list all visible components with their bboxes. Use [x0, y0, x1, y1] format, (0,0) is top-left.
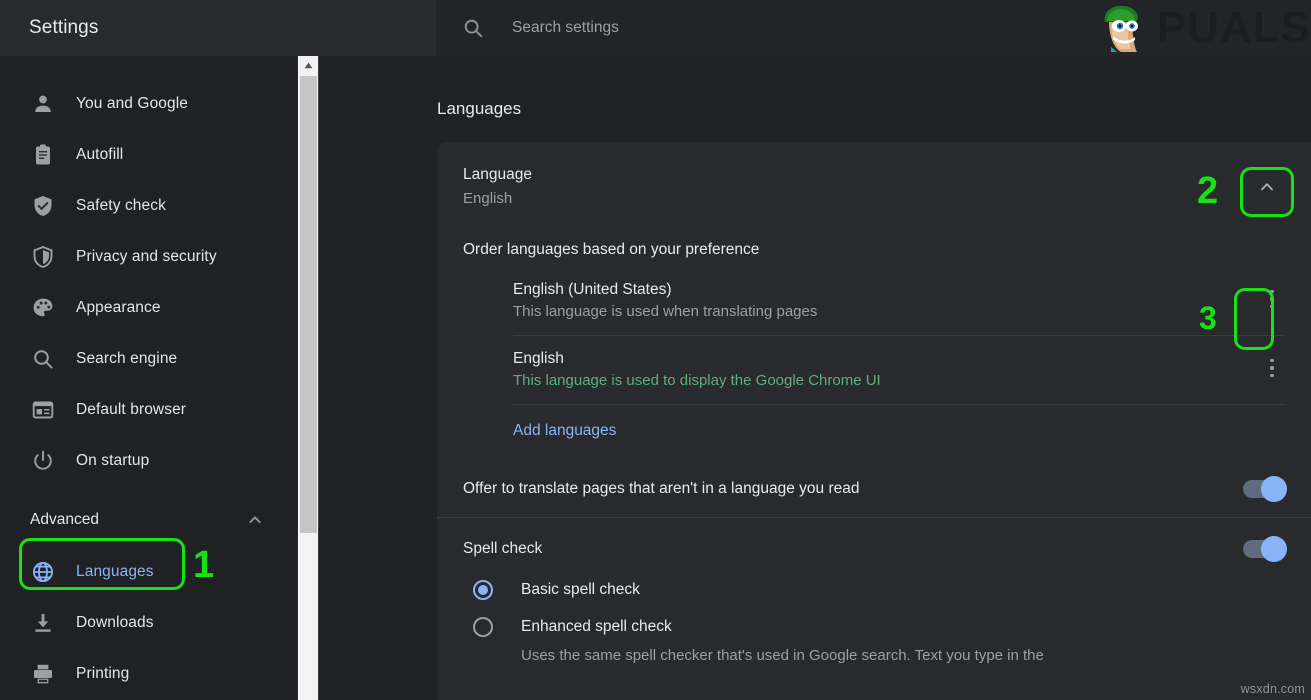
sidebar-item-label: Default browser	[76, 401, 186, 419]
language-row-kebab-menu[interactable]	[1259, 281, 1285, 317]
language-row-name: English	[513, 348, 1259, 370]
sidebar-item-label: Languages	[76, 563, 154, 581]
annotation-marker-2: 2	[1197, 172, 1218, 210]
toggle-knob	[1261, 536, 1287, 562]
sidebar-item-label: Search engine	[76, 350, 177, 368]
sidebar-advanced-label: Advanced	[30, 511, 247, 529]
spell-check-label: Spell check	[463, 540, 1243, 558]
annotation-marker-3: 3	[1199, 302, 1217, 334]
add-languages-link[interactable]: Add languages	[437, 405, 1311, 461]
radio-enhanced-title: Enhanced spell check	[521, 615, 1044, 638]
sidebar-item-on-startup[interactable]: On startup	[0, 435, 297, 486]
search-icon	[30, 346, 56, 372]
section-heading-languages: Languages	[437, 99, 521, 119]
sidebar-item-appearance[interactable]: Appearance	[0, 282, 297, 333]
shield-half-icon	[30, 244, 56, 270]
corner-watermark: wsxdn.com	[1241, 682, 1305, 696]
sidebar-item-label: Autofill	[76, 146, 123, 164]
language-value: English	[463, 187, 1249, 211]
sidebar-item-autofill[interactable]: Autofill	[0, 129, 297, 180]
language-summary-text: Language English	[463, 163, 1249, 211]
sidebar-item-label: You and Google	[76, 95, 188, 113]
language-list: English (United States) This language is…	[437, 267, 1311, 405]
palette-icon	[30, 295, 56, 321]
language-row[interactable]: English This language is used to display…	[513, 336, 1285, 405]
chevron-up-icon	[1258, 178, 1276, 196]
sidebar-advanced-header[interactable]: Advanced	[0, 494, 297, 546]
language-collapse-button[interactable]	[1249, 169, 1285, 205]
sidebar-item-label: Printing	[76, 665, 129, 683]
person-icon	[30, 91, 56, 117]
language-row-name: English (United States)	[513, 279, 1259, 301]
sidebar-item-languages[interactable]: Languages	[0, 546, 297, 597]
main-content: Languages Language English Order languag…	[319, 56, 1311, 700]
offer-translate-row[interactable]: Offer to translate pages that aren't in …	[437, 461, 1311, 517]
language-row-description: This language is used to display the Goo…	[513, 370, 1259, 393]
sidebar-item-you-and-google[interactable]: You and Google	[0, 78, 297, 129]
toggle-knob	[1261, 476, 1287, 502]
sidebar-item-search-engine[interactable]: Search engine	[0, 333, 297, 384]
language-summary-row[interactable]: Language English	[437, 142, 1311, 227]
shield-check-icon	[30, 193, 56, 219]
annotation-marker-1: 1	[193, 546, 214, 584]
languages-card: Language English Order languages based o…	[437, 142, 1311, 700]
search-bar[interactable]	[436, 0, 1311, 56]
settings-sidebar: You and Google Autofill S	[0, 56, 297, 700]
language-row-text: English (United States) This language is…	[513, 279, 1259, 324]
search-input[interactable]	[512, 19, 1032, 37]
language-row-description: This language is used when translating p…	[513, 301, 1259, 324]
sidebar-item-label: Appearance	[76, 299, 161, 317]
scroll-up-arrow-icon[interactable]	[298, 56, 318, 75]
spell-check-toggle[interactable]	[1243, 540, 1285, 558]
sidebar-item-printing[interactable]: Printing	[0, 648, 297, 699]
power-icon	[30, 448, 56, 474]
offer-translate-toggle[interactable]	[1243, 480, 1285, 498]
spell-check-option-enhanced[interactable]: Enhanced spell check Uses the same spell…	[437, 601, 1311, 668]
sidebar-item-label: On startup	[76, 452, 149, 470]
search-icon	[462, 17, 484, 39]
radio-enhanced-text: Enhanced spell check Uses the same spell…	[521, 615, 1044, 668]
globe-icon	[30, 559, 56, 585]
sidebar-item-label: Downloads	[76, 614, 154, 632]
spell-check-row[interactable]: Spell check	[437, 518, 1311, 564]
chevron-up-icon[interactable]	[247, 512, 263, 528]
sidebar-item-default-browser[interactable]: Default browser	[0, 384, 297, 435]
sidebar-item-safety-check[interactable]: Safety check	[0, 180, 297, 231]
radio-basic-title: Basic spell check	[521, 578, 640, 601]
sidebar-item-label: Safety check	[76, 197, 166, 215]
scrollbar-thumb[interactable]	[300, 76, 317, 533]
radio-button-enhanced[interactable]	[473, 617, 493, 637]
download-icon	[30, 610, 56, 636]
browser-window-icon	[30, 397, 56, 423]
settings-window: Settings	[0, 0, 1311, 700]
language-row[interactable]: English (United States) This language is…	[513, 267, 1285, 336]
sidebar-scrollbar[interactable]	[297, 56, 318, 700]
radio-basic-text: Basic spell check	[521, 578, 640, 601]
app-header: Settings	[0, 0, 1311, 56]
radio-button-basic[interactable]	[473, 580, 493, 600]
page-title: Settings	[29, 17, 98, 39]
offer-translate-label: Offer to translate pages that aren't in …	[463, 480, 1243, 498]
header-title-area: Settings	[0, 0, 436, 56]
language-row-kebab-menu[interactable]	[1259, 350, 1285, 386]
sidebar-item-downloads[interactable]: Downloads	[0, 597, 297, 648]
order-languages-title: Order languages based on your preference	[437, 227, 1311, 267]
printer-icon	[30, 661, 56, 687]
language-label: Language	[463, 163, 1249, 187]
language-row-text: English This language is used to display…	[513, 348, 1259, 393]
clipboard-icon	[30, 142, 56, 168]
spell-check-option-basic[interactable]: Basic spell check	[437, 564, 1311, 601]
sidebar-item-privacy-and-security[interactable]: Privacy and security	[0, 231, 297, 282]
radio-enhanced-subtitle: Uses the same spell checker that's used …	[521, 644, 1044, 668]
sidebar-item-label: Privacy and security	[76, 248, 217, 266]
